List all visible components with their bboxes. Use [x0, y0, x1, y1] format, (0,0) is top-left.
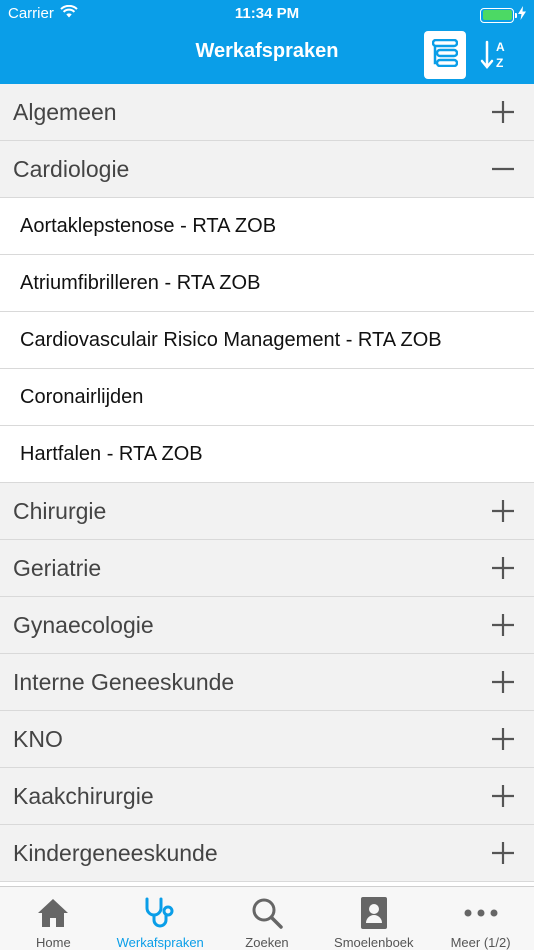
contact-book-icon: [359, 893, 389, 933]
tab-label: Home: [36, 935, 71, 950]
werkafspraken-list: Algemeen Cardiologie Aortaklepstenose - RT…: [0, 84, 534, 886]
tab-label: Meer (1/2): [450, 935, 511, 950]
expand-plus-icon[interactable]: [490, 669, 516, 695]
list-item[interactable]: Cardiovasculair Risico Management - RTA …: [0, 312, 534, 369]
top-header: Carrier 11:34 PM Werkafspraken A Z: [0, 0, 534, 84]
list-item-label: Coronairlijden: [20, 385, 144, 408]
status-right: [480, 6, 526, 24]
stethoscope-icon: [143, 893, 177, 933]
category-label: KNO: [13, 725, 63, 752]
battery-icon: [480, 7, 517, 23]
expand-plus-icon[interactable]: [490, 99, 516, 125]
category-label: Cardiologie: [13, 155, 130, 182]
expand-plus-icon[interactable]: [490, 840, 516, 866]
status-time: 11:34 PM: [234, 5, 300, 22]
category-label: Interne Geneeskunde: [13, 668, 235, 695]
sort-letter-z: Z: [496, 56, 503, 70]
charging-bolt-icon: [518, 6, 526, 24]
sort-letter-a: A: [496, 40, 505, 54]
expand-plus-icon[interactable]: [490, 783, 516, 809]
category-label: Chirurgie: [13, 497, 107, 524]
tab-meer-1-2[interactable]: Meer (1/2): [427, 887, 534, 950]
category-label: Geriatrie: [13, 554, 102, 581]
list-item[interactable]: Atriumfibrilleren - RTA ZOB: [0, 255, 534, 312]
tab-werkafspraken[interactable]: Werkafspraken: [107, 887, 214, 950]
sort-az-button[interactable]: A Z: [476, 36, 512, 74]
category-label: Algemeen: [13, 98, 117, 125]
category-row[interactable]: Geriatrie: [0, 540, 534, 597]
category-label: Kaakchirurgie: [13, 782, 154, 809]
list-view-button[interactable]: [424, 31, 466, 79]
status-bar: Carrier 11:34 PM: [0, 0, 534, 28]
category-row[interactable]: Gynaecologie: [0, 597, 534, 654]
expand-plus-icon[interactable]: [490, 498, 516, 524]
expand-plus-icon[interactable]: [490, 555, 516, 581]
tab-label: Zoeken: [245, 935, 289, 950]
category-row[interactable]: Kindergeneeskunde: [0, 825, 534, 882]
tab-label: Werkafspraken: [116, 935, 204, 950]
list-item-label: Aortaklepstenose - RTA ZOB: [20, 214, 277, 237]
category-row[interactable]: Interne Geneeskunde: [0, 654, 534, 711]
category-row[interactable]: Chirurgie: [0, 483, 534, 540]
list-item[interactable]: Aortaklepstenose - RTA ZOB: [0, 198, 534, 255]
expand-plus-icon[interactable]: [490, 612, 516, 638]
category-label: Gynaecologie: [13, 611, 154, 638]
category-row[interactable]: Cardiologie: [0, 141, 534, 198]
collapse-minus-icon[interactable]: [490, 156, 516, 182]
tab-bar: Home Werkafspraken Zoeken Smoelenboek Meer (…: [0, 886, 534, 950]
list-item-label: Atriumfibrilleren - RTA ZOB: [20, 271, 261, 294]
home-icon: [36, 893, 70, 933]
expand-plus-icon[interactable]: [490, 726, 516, 752]
list-item[interactable]: Coronairlijden: [0, 369, 534, 426]
list-item[interactable]: Hartfalen - RTA ZOB: [0, 426, 534, 483]
list-tree-icon: [431, 38, 459, 72]
list-item-label: Hartfalen - RTA ZOB: [20, 442, 203, 465]
list-item-label: Cardiovasculair Risico Management - RTA …: [20, 328, 442, 351]
tab-home[interactable]: Home: [0, 887, 107, 950]
search-icon: [250, 893, 284, 933]
category-label: Kindergeneeskunde: [13, 839, 218, 866]
more-dots-icon: [463, 893, 499, 933]
category-row[interactable]: Algemeen: [0, 84, 534, 141]
tab-zoeken[interactable]: Zoeken: [214, 887, 321, 950]
category-row[interactable]: KNO: [0, 711, 534, 768]
sort-az-icon: A Z: [480, 40, 505, 70]
tab-smoelenboek[interactable]: Smoelenboek: [320, 887, 427, 950]
tab-label: Smoelenboek: [334, 935, 414, 950]
category-row[interactable]: Kaakchirurgie: [0, 768, 534, 825]
